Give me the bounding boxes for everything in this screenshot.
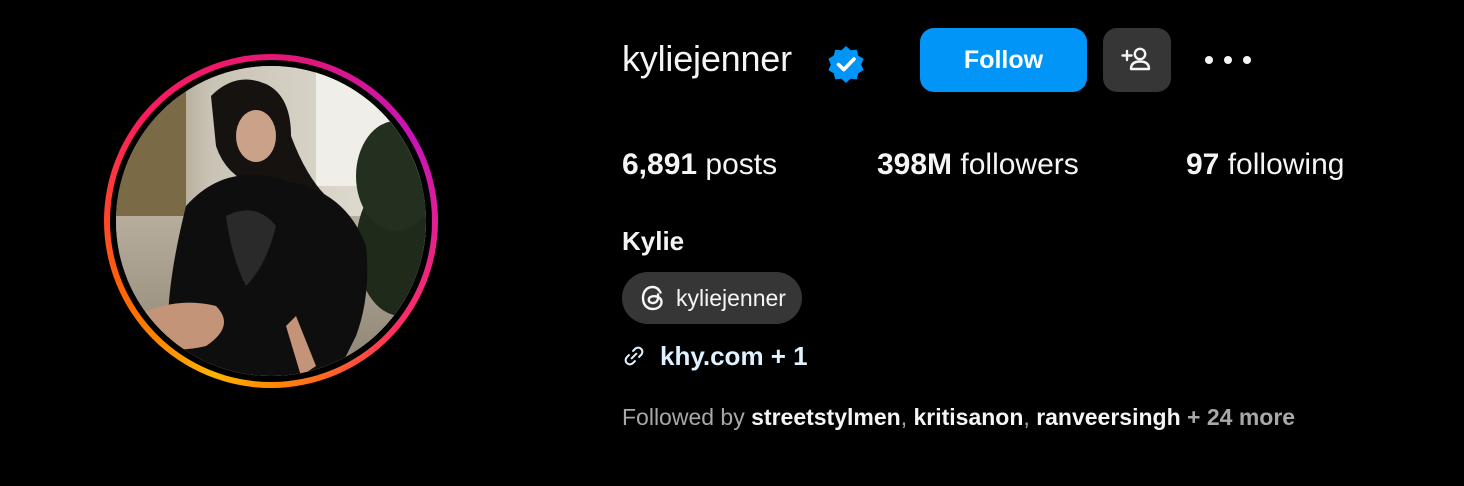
suggested-accounts-button[interactable] <box>1103 28 1171 92</box>
followers-label: followers <box>960 148 1079 181</box>
avatar-photo-image <box>116 66 426 376</box>
following-label: following <box>1227 148 1345 181</box>
verified-badge-icon <box>826 44 866 84</box>
threads-handle: kyliejenner <box>676 284 786 311</box>
profile-header: kyliejenner Follow 6,891 posts 398M foll… <box>0 0 1464 486</box>
followers-link[interactable]: 398M followers <box>877 148 1079 182</box>
profile-avatar[interactable] <box>116 66 426 376</box>
bio-link[interactable]: khy.com + 1 <box>622 336 808 376</box>
followed-by-prefix: Followed by <box>622 404 752 430</box>
posts-count: 6,891 posts <box>622 148 777 182</box>
followers-number: 398M <box>877 148 953 181</box>
posts-label: posts <box>705 148 778 181</box>
follow-button[interactable]: Follow <box>920 28 1087 92</box>
link-icon <box>624 346 644 366</box>
followed-by-separator: , <box>900 404 914 430</box>
following-number: 97 <box>1186 148 1220 181</box>
full-name: Kylie <box>622 226 685 256</box>
followed-by-separator: , <box>1023 404 1037 430</box>
mutual-follower-3[interactable]: ranveersingh <box>1036 404 1180 430</box>
followed-by-line[interactable]: Followed by streetstylmen, kritisanon, r… <box>622 404 1295 431</box>
mutual-follower-1[interactable]: streetstylmen <box>751 404 901 430</box>
threads-badge[interactable]: kyliejenner <box>622 272 802 324</box>
mutual-follower-2[interactable]: kritisanon <box>913 404 1023 430</box>
following-link[interactable]: 97 following <box>1186 148 1344 182</box>
story-ring[interactable] <box>104 54 438 388</box>
username: kyliejenner <box>622 38 792 79</box>
add-person-icon <box>1121 47 1151 71</box>
more-horizontal-icon <box>1205 56 1251 64</box>
threads-icon <box>641 285 663 311</box>
more-options-button[interactable] <box>1200 40 1256 80</box>
followed-by-more[interactable]: + 24 more <box>1181 404 1295 430</box>
bio-link-text: khy.com + 1 <box>660 340 808 371</box>
posts-number: 6,891 <box>622 148 698 181</box>
